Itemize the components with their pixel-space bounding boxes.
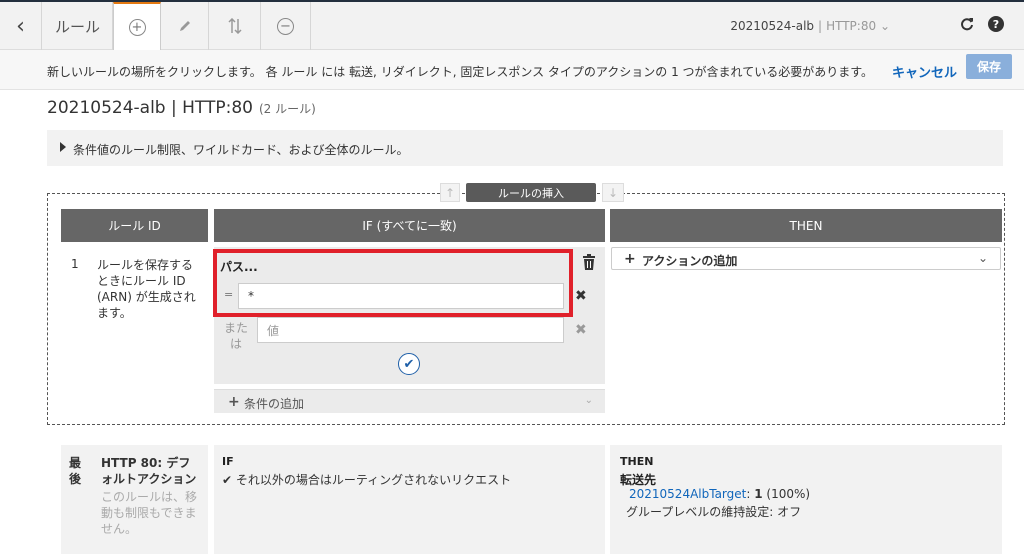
target-group-link[interactable]: 20210524AlbTarget: [629, 487, 746, 501]
rule-limits-text: 条件値のルール制限、ワイルドカード、および全体のルール。: [73, 143, 409, 157]
target-weight: 1: [754, 487, 763, 501]
move-down-button[interactable]: ↓: [602, 183, 624, 202]
default-rule-order: 最後: [69, 456, 82, 486]
plus-icon: +: [228, 394, 240, 410]
rule-limits-expander[interactable]: 条件値のルール制限、ワイルドカード、および全体のルール。: [47, 130, 1003, 166]
highlight-annotation: [213, 249, 573, 317]
rule-id-note: ルールを保存するときにルール ID (ARN) が生成されます。: [97, 258, 196, 320]
add-action-dropdown[interactable]: + アクションの追加 ⌄: [611, 247, 1001, 270]
delete-rule-icon: −: [277, 17, 294, 35]
delete-rule-button[interactable]: −: [261, 2, 311, 50]
rule-number: 1: [71, 257, 79, 271]
confirm-check-icon[interactable]: ✔: [398, 353, 420, 375]
plus-icon: +: [624, 251, 636, 267]
default-forward-label: 転送先: [620, 473, 657, 487]
default-target-group: 20210524AlbTarget: 1 (100%): [629, 487, 811, 501]
close-icon[interactable]: ✖: [575, 288, 587, 304]
default-rule-note: このルールは、移動も制限もできません。: [101, 490, 198, 536]
edit-rule-button[interactable]: [161, 2, 209, 50]
close-icon[interactable]: ✖: [575, 322, 587, 338]
default-then-header: THEN: [620, 455, 654, 468]
back-button[interactable]: ‹: [0, 2, 42, 50]
arrow-up-icon: ↑: [444, 185, 456, 200]
listener-selector[interactable]: 20210524-alb | HTTP:80 ⌄: [730, 19, 890, 33]
move-up-button[interactable]: ↑: [440, 183, 460, 202]
check-icon: ✔: [222, 473, 236, 487]
listener-name: 20210524-alb: [730, 19, 815, 33]
help-icon[interactable]: ?: [988, 16, 1004, 32]
default-stickiness: グループレベルの維持設定: オフ: [626, 505, 802, 519]
default-if-label: それ以外の場合はルーティングされないリクエスト: [235, 473, 512, 487]
refresh-icon: [961, 18, 973, 31]
rules-tab[interactable]: ルール: [43, 2, 113, 50]
or-label: または: [223, 321, 248, 351]
instruction-bar: 新しいルールの場所をクリックします。 各 ルール には 転送, リダイレクト, …: [0, 50, 1024, 90]
default-rule-if-cell: [214, 445, 605, 554]
back-icon: ‹: [16, 13, 25, 39]
add-condition-label: 条件の追加: [244, 397, 305, 411]
chevron-down-icon: ⌄: [584, 395, 593, 406]
delete-condition-button[interactable]: [582, 254, 596, 270]
add-condition-dropdown[interactable]: + 条件の追加 ⌄: [214, 389, 605, 413]
listener-protocol: HTTP:80: [826, 19, 877, 33]
reorder-icon: [227, 18, 242, 34]
default-if-header: IF: [222, 455, 234, 468]
add-action-label: アクションの追加: [642, 254, 738, 268]
expand-triangle-icon: [60, 142, 66, 152]
add-rule-icon: +: [128, 19, 146, 36]
default-if-text: ✔ それ以外の場合はルーティングされないリクエスト: [222, 471, 511, 488]
toolbar: ‹ ルール + − 20210524-alb | HTTP:80 ⌄ ?: [0, 2, 1024, 51]
column-header-if: IF (すべてに一致): [214, 209, 605, 242]
chevron-down-icon: ⌄: [879, 19, 890, 33]
instruction-text: 新しいルールの場所をクリックします。 各 ルール には 転送, リダイレクト, …: [47, 65, 873, 79]
reorder-rules-button[interactable]: [209, 2, 261, 50]
listener-title: 20210524-alb | HTTP:80: [47, 98, 253, 118]
chevron-down-icon: ⌄: [977, 251, 988, 265]
path-value-input-2[interactable]: 値: [257, 317, 564, 343]
refresh-button[interactable]: [960, 16, 974, 35]
listener-separator: |: [818, 19, 823, 33]
rule-count: (2 ルール): [259, 102, 316, 116]
edit-icon: [179, 21, 190, 31]
arrow-down-icon: ↓: [607, 185, 619, 200]
add-rule-button[interactable]: +: [113, 2, 161, 51]
save-button[interactable]: 保存: [966, 54, 1012, 79]
column-header-rule-id: ルール ID: [61, 209, 208, 242]
column-header-then: THEN: [610, 209, 1002, 242]
trash-icon: [583, 254, 595, 270]
cancel-button[interactable]: キャンセル: [892, 62, 957, 81]
insert-rule-button[interactable]: ルールの挿入: [466, 183, 596, 202]
target-percent: (100%): [766, 487, 811, 501]
page-title: 20210524-alb | HTTP:80 (2 ルール): [47, 98, 316, 118]
default-rule-name: HTTP 80: デフォルトアクション: [101, 456, 197, 486]
